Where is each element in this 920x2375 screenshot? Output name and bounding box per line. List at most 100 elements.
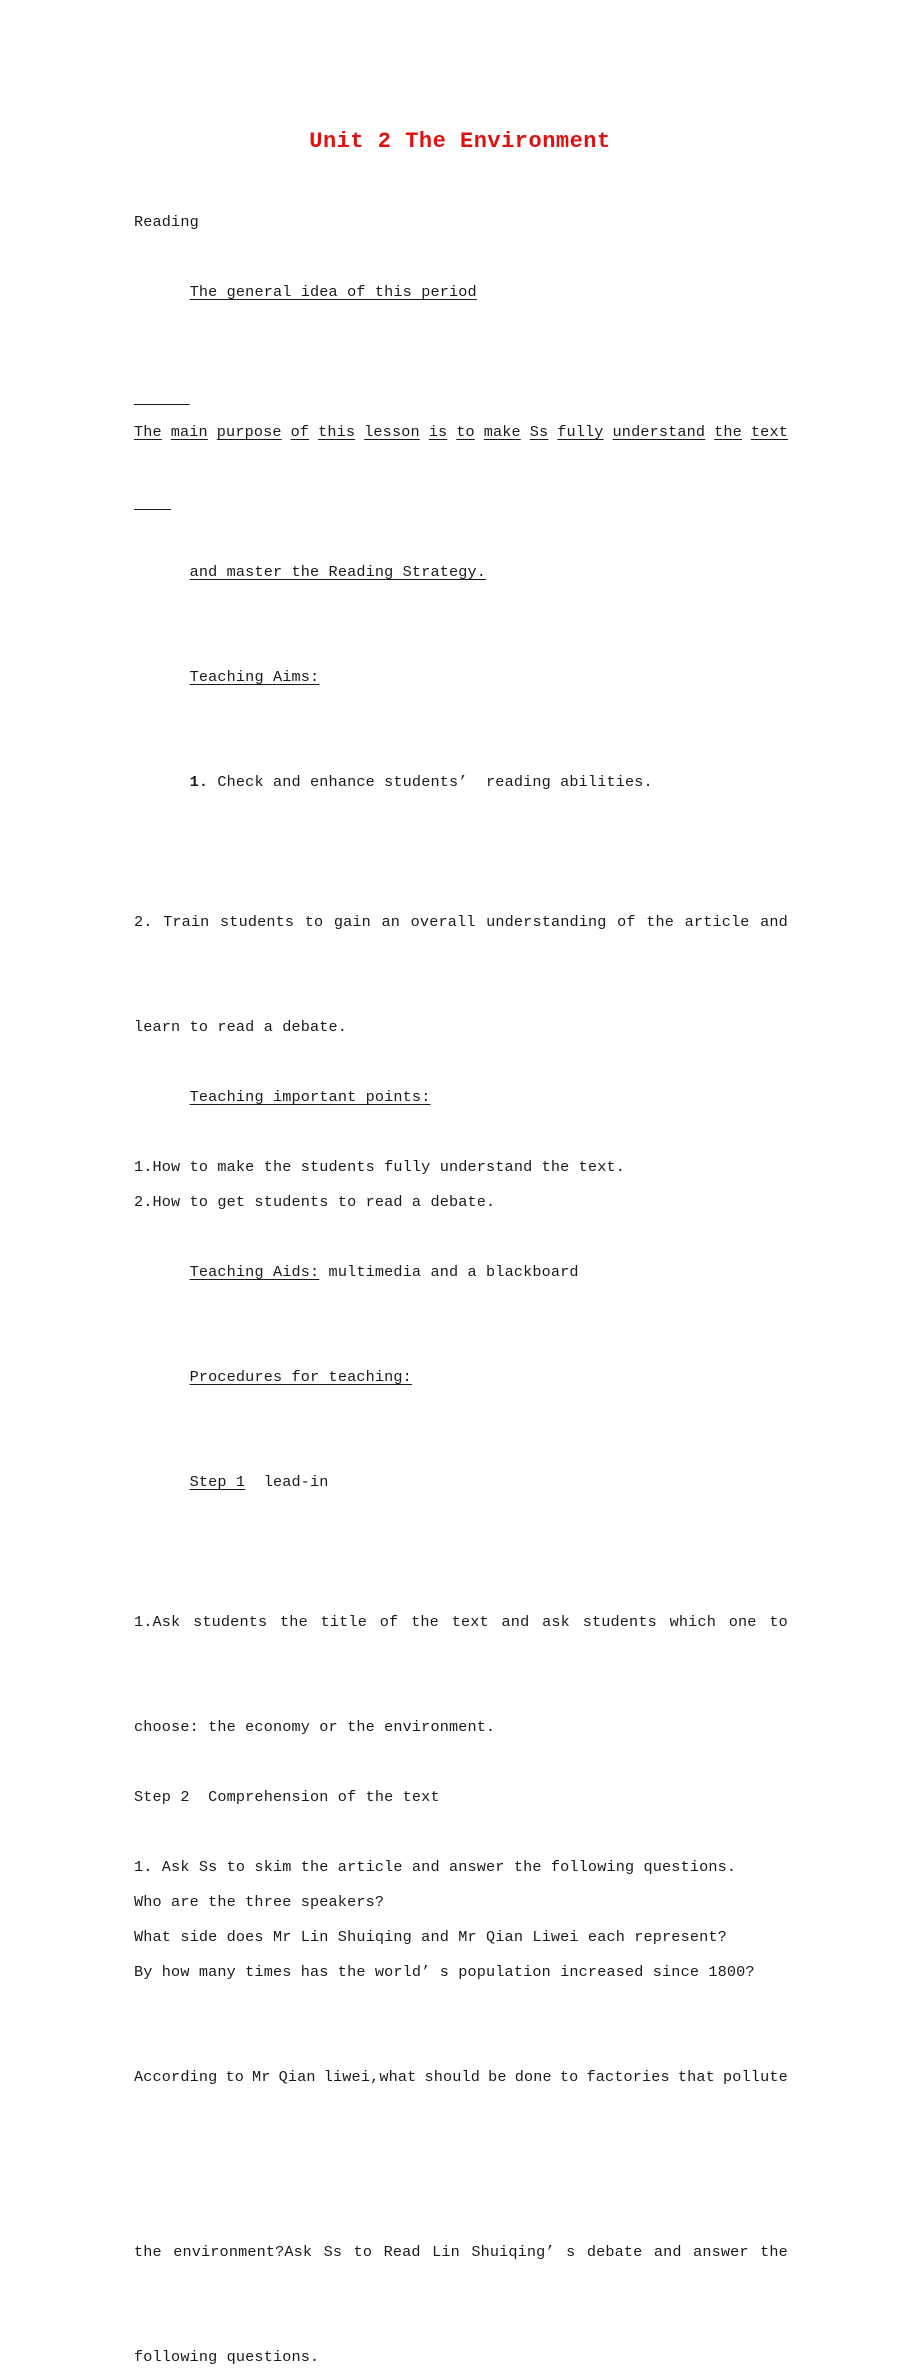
word: answer [693, 2243, 749, 2261]
step-2-row: Step 2 Comprehension of the text [134, 1788, 440, 1806]
step-1-item-line-1-words: 1.Ask students the title of the text and… [134, 1605, 788, 1640]
word: the [411, 1613, 439, 1631]
word: the [714, 423, 742, 441]
word: Train [163, 913, 210, 931]
word: environment?Ask [173, 2243, 313, 2261]
word: should [424, 2068, 481, 2086]
word: text [750, 423, 788, 441]
question-2: What side does Mr Lin Shuiqing and Mr Qi… [134, 1928, 727, 1946]
word: which [669, 1613, 716, 1631]
page-title: Unit 2 The Environment [309, 129, 611, 154]
heading-teaching-aids: Teaching Aids: [189, 1263, 320, 1281]
aim-2-number: 2. [134, 913, 153, 931]
word: overall [410, 913, 476, 931]
important-point-2: 2.How to get students to read a debate. [134, 1193, 496, 1211]
word: Qian [278, 2068, 316, 2086]
teaching-aim-1: 1. Check and enhance students’ reading a… [134, 730, 788, 835]
word: students [193, 1613, 268, 1631]
word: to [353, 2243, 373, 2261]
general-idea-line-1: The main purpose of this lesson is to ma… [134, 345, 788, 520]
word: done [514, 2068, 552, 2086]
final-paragraph-line-1: According to Mr Qian liwei,what should b… [134, 1990, 788, 2165]
teaching-aim-2-line-1-words: 2. Train students to gain an overall und… [134, 905, 788, 940]
word: understanding [486, 913, 607, 931]
word: pollute [723, 2068, 788, 2086]
word: be [488, 2068, 507, 2086]
word: Lin [432, 2243, 460, 2261]
heading-general-idea: The general idea of this period [134, 240, 788, 345]
step-1-item-line-1: 1.Ask students the title of the text and… [134, 1535, 788, 1710]
important-point-1: 1.How to make the students fully underst… [134, 1158, 625, 1176]
word: and [653, 2243, 682, 2261]
teaching-aim-2-line-2: learn to read a debate. [134, 1018, 348, 1036]
word: of [617, 913, 636, 931]
heading-teaching-aims: Teaching Aims: [134, 625, 788, 730]
word: of [290, 423, 310, 441]
step-1-row: Step 1 lead-in [134, 1430, 788, 1535]
heading-procedures-text: Procedures for teaching: [189, 1368, 412, 1386]
word: this [318, 423, 356, 441]
step-1-text: lead-in [245, 1473, 329, 1491]
word: students [220, 913, 295, 931]
word: article [684, 913, 750, 931]
final-paragraph-line-2-words: the environment?Ask Ss to Read Lin Shuiq… [134, 2235, 788, 2270]
word: make [483, 423, 521, 441]
word: the [760, 2243, 788, 2261]
heading-important-points-text: Teaching important points: [189, 1088, 431, 1106]
word: Ss [323, 2243, 343, 2261]
word: 1.Ask [134, 1613, 181, 1631]
word: the [134, 2243, 162, 2261]
word: factories [586, 2068, 670, 2086]
final-paragraph-line-2: the environment?Ask Ss to Read Lin Shuiq… [134, 2165, 788, 2340]
word: to [304, 913, 324, 931]
heading-teaching-aims-text: Teaching Aims: [189, 668, 320, 686]
word: to [559, 2068, 579, 2086]
word: students [582, 1613, 657, 1631]
final-paragraph-line-3: following questions. [134, 2348, 320, 2366]
word: understand [612, 423, 706, 441]
word: Ss [529, 423, 549, 441]
word: ask [542, 1613, 570, 1631]
word: to [225, 2068, 244, 2086]
heading-important-points: Teaching important points: [134, 1045, 788, 1150]
word: text [451, 1613, 489, 1631]
general-idea-line-1-words: The main purpose of this lesson is to ma… [134, 415, 788, 450]
word: Read [383, 2243, 421, 2261]
word: that [677, 2068, 715, 2086]
word: main [170, 423, 208, 441]
word: s [566, 2243, 576, 2261]
aim-1-text: Check and enhance students’ reading abil… [208, 773, 653, 791]
comprehension-item-1: 1. Ask Ss to skim the article and answer… [134, 1858, 737, 1876]
word: the [280, 1613, 308, 1631]
step-1-item-line-2: choose: the economy or the environment. [134, 1718, 496, 1736]
document-page: Unit 2 The Environment Reading The gener… [0, 0, 920, 2366]
word: is [428, 423, 448, 441]
word: According [134, 2068, 218, 2086]
teaching-aim-2-line-1: 2. Train students to gain an overall und… [134, 835, 788, 1010]
teaching-aids-value: multimedia and a blackboard [319, 1263, 579, 1281]
word: of [379, 1613, 399, 1631]
paragraph-gap-1 [134, 1745, 788, 1780]
heading-procedures: Procedures for teaching: [134, 1325, 788, 1430]
word: and [760, 913, 788, 931]
word: lesson [364, 423, 420, 441]
question-1: Who are the three speakers? [134, 1893, 385, 1911]
final-paragraph-line-1-words: According to Mr Qian liwei,what should b… [134, 2060, 788, 2095]
word: one [728, 1613, 757, 1631]
document-body: Reading The general idea of this period … [134, 205, 788, 2375]
aim-1-number: 1. [189, 773, 209, 791]
word: the [646, 913, 675, 931]
word: debate [586, 2243, 643, 2261]
paragraph-gap-2 [134, 1815, 788, 1850]
word: The [134, 423, 162, 441]
word: Mr [252, 2068, 271, 2086]
step-1-label: Step 1 [189, 1473, 246, 1491]
general-idea-line-2: and master the Reading Strategy. [134, 520, 788, 625]
word: title [320, 1613, 367, 1631]
word: Shuiqing’ [471, 2243, 555, 2261]
word: purpose [216, 423, 282, 441]
question-3: By how many times has the world’ s popul… [134, 1963, 755, 1981]
heading-general-idea-text: The general idea of this period [189, 283, 477, 301]
general-idea-line-2-text: and master the Reading Strategy. [189, 563, 487, 581]
word: liwei,what [323, 2068, 417, 2086]
